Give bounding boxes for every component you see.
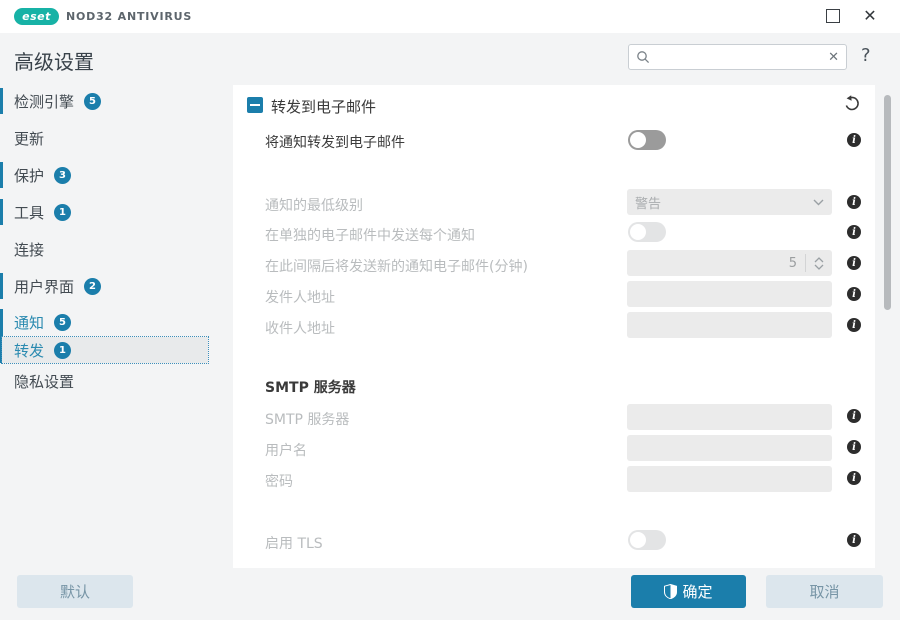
number-spinner bbox=[806, 256, 832, 270]
cancel-button-label: 取消 bbox=[809, 583, 840, 601]
notification-badge: 5 bbox=[84, 92, 102, 110]
sender-address-label: 发件人地址 bbox=[265, 290, 335, 306]
sidebar-item-label: 转发 bbox=[14, 341, 45, 360]
min-level-dropdown: 警告 bbox=[627, 189, 832, 215]
info-icon[interactable]: i bbox=[847, 256, 861, 270]
forward-toggle-label: 将通知转发到电子邮件 bbox=[265, 135, 405, 151]
title-bar: eset NOD32 ANTIVIRUS ✕ bbox=[0, 0, 900, 33]
sidebar-item-tools[interactable]: 工具 1 bbox=[0, 199, 225, 225]
recipient-address-input bbox=[627, 312, 832, 338]
sidebar-item-update[interactable]: 更新 bbox=[0, 125, 225, 151]
info-icon[interactable]: i bbox=[847, 133, 861, 147]
shield-icon bbox=[664, 584, 678, 599]
separate-email-toggle bbox=[628, 222, 666, 242]
smtp-server-input bbox=[627, 404, 832, 430]
notification-badge: 5 bbox=[54, 313, 72, 331]
sidebar-item-label: 保护 bbox=[14, 166, 45, 185]
number-value: 5 bbox=[788, 255, 797, 271]
sidebar-item-label: 更新 bbox=[14, 129, 45, 148]
password-input bbox=[627, 466, 832, 492]
info-icon[interactable]: i bbox=[847, 195, 861, 209]
sidebar-item-protection[interactable]: 保护 3 bbox=[0, 162, 225, 188]
info-icon[interactable]: i bbox=[847, 440, 861, 454]
sidebar-item-label: 检测引擎 bbox=[14, 92, 75, 111]
sidebar-item-label: 隐私设置 bbox=[14, 372, 75, 391]
info-icon[interactable]: i bbox=[847, 471, 861, 485]
sidebar-item-forwarding[interactable]: 转发 1 bbox=[1, 336, 209, 364]
forward-email-toggle[interactable] bbox=[628, 130, 666, 150]
default-button[interactable]: 默认 bbox=[17, 575, 133, 608]
eset-logo: eset bbox=[14, 8, 59, 25]
toggle-knob bbox=[630, 224, 646, 240]
search-box[interactable]: ✕ bbox=[628, 44, 847, 70]
page-title: 高级设置 bbox=[14, 50, 94, 74]
info-icon[interactable]: i bbox=[847, 287, 861, 301]
vertical-scrollbar[interactable] bbox=[884, 95, 891, 310]
sidebar-item-user-interface[interactable]: 用户界面 2 bbox=[0, 273, 225, 299]
smtp-server-label: SMTP 服务器 bbox=[265, 412, 350, 428]
tls-label: 启用 TLS bbox=[265, 536, 323, 552]
search-clear-icon[interactable]: ✕ bbox=[828, 51, 839, 64]
collapse-section-icon[interactable] bbox=[247, 97, 263, 113]
separate-email-label: 在单独的电子邮件中发送每个通知 bbox=[265, 228, 475, 244]
notification-badge: 3 bbox=[54, 166, 72, 184]
interval-number-input: 5 bbox=[627, 250, 832, 276]
close-button[interactable]: ✕ bbox=[860, 5, 880, 27]
settings-panel: 转发到电子邮件 将通知转发到电子邮件 i 通知的最低级别 警告 i 在单独的电子… bbox=[233, 85, 875, 568]
chevron-down-icon bbox=[813, 199, 824, 206]
search-icon bbox=[636, 50, 650, 64]
product-name: NOD32 ANTIVIRUS bbox=[66, 10, 193, 23]
toggle-knob bbox=[630, 132, 646, 148]
password-label: 密码 bbox=[265, 474, 293, 490]
sidebar-item-label: 工具 bbox=[14, 203, 45, 222]
smtp-section-title: SMTP 服务器 bbox=[265, 380, 356, 396]
info-icon[interactable]: i bbox=[847, 225, 861, 239]
ok-button-label: 确定 bbox=[682, 583, 713, 601]
tls-toggle bbox=[628, 530, 666, 550]
section-title: 转发到电子邮件 bbox=[271, 98, 377, 116]
notification-badge: 1 bbox=[54, 203, 72, 221]
sidebar-item-detection-engine[interactable]: 检测引擎 5 bbox=[0, 88, 225, 114]
revert-to-default-icon[interactable] bbox=[843, 94, 861, 112]
dropdown-value: 警告 bbox=[635, 196, 662, 212]
notification-badge: 1 bbox=[54, 341, 72, 359]
recipient-address-label: 收件人地址 bbox=[265, 321, 335, 337]
username-input bbox=[627, 435, 832, 461]
sidebar-item-privacy-settings[interactable]: 隐私设置 bbox=[0, 368, 225, 394]
username-label: 用户名 bbox=[265, 443, 307, 459]
sender-address-input bbox=[627, 281, 832, 307]
info-icon[interactable]: i bbox=[847, 409, 861, 423]
interval-label: 在此间隔后将发送新的通知电子邮件(分钟) bbox=[265, 259, 528, 275]
default-button-label: 默认 bbox=[59, 583, 90, 601]
ok-button[interactable]: 确定 bbox=[631, 575, 746, 608]
toggle-knob bbox=[630, 532, 646, 548]
cancel-button[interactable]: 取消 bbox=[766, 575, 883, 608]
help-icon[interactable]: ? bbox=[861, 45, 871, 66]
info-icon[interactable]: i bbox=[847, 533, 861, 547]
sidebar-item-notifications[interactable]: 通知 5 bbox=[0, 309, 225, 335]
min-level-label: 通知的最低级别 bbox=[265, 198, 363, 214]
sidebar-item-label: 用户界面 bbox=[14, 277, 75, 296]
info-icon[interactable]: i bbox=[847, 318, 861, 332]
sidebar-item-connectivity[interactable]: 连接 bbox=[0, 236, 225, 262]
maximize-button[interactable] bbox=[826, 9, 840, 23]
notification-badge: 2 bbox=[84, 277, 102, 295]
search-input[interactable] bbox=[655, 49, 824, 65]
sidebar-item-label: 通知 bbox=[14, 313, 45, 332]
sidebar-item-label: 连接 bbox=[14, 240, 45, 259]
